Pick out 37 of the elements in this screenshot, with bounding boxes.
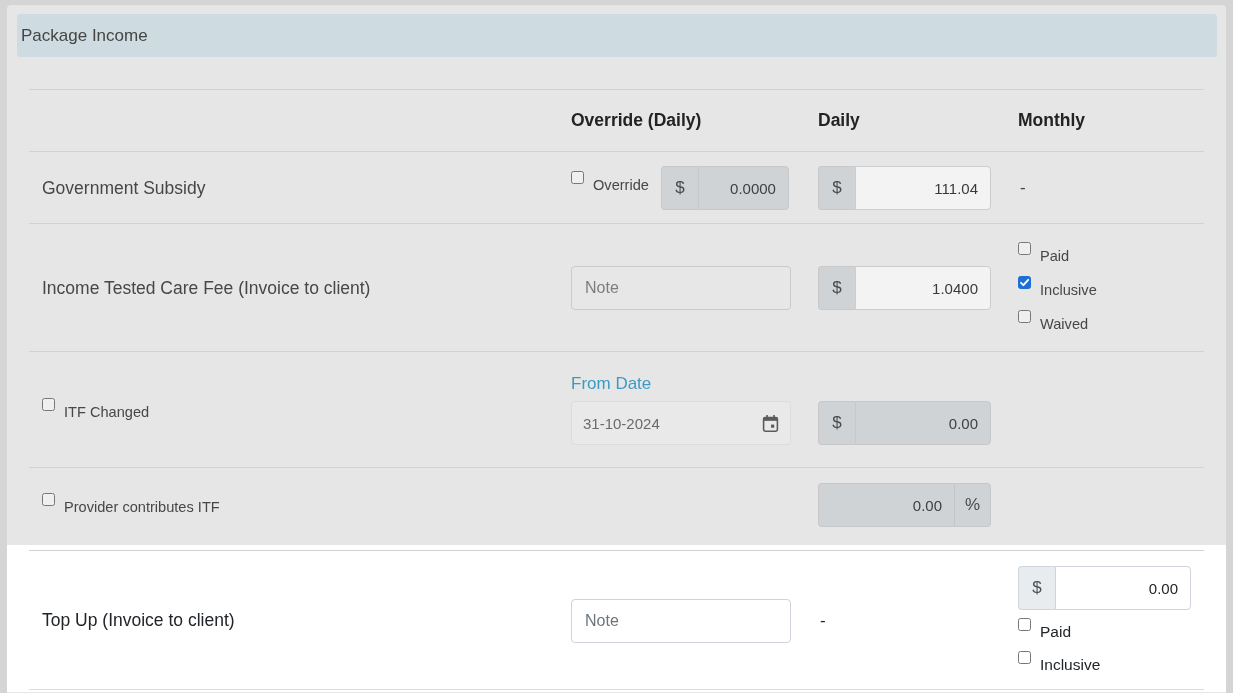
empty-value: - xyxy=(1019,178,1026,198)
unit-label: $ xyxy=(660,166,698,210)
amount-field[interactable]: 1.0400 xyxy=(855,266,991,310)
checkbox-label: Inclusive xyxy=(1040,281,1097,300)
note-field[interactable]: Note xyxy=(571,598,791,643)
row-label: Income Tested Care Fee (Invoice to client) xyxy=(42,277,371,299)
amount-field[interactable]: 0.00 xyxy=(1055,566,1191,610)
row-label: Government Subsidy xyxy=(42,177,206,199)
checkbox-label: ITF Changed xyxy=(64,402,150,422)
checkbox[interactable] xyxy=(1018,651,1031,664)
checkbox[interactable] xyxy=(1018,276,1031,289)
unit-label: $ xyxy=(818,166,855,210)
unit-label: $ xyxy=(818,266,855,310)
column-header: Monthly xyxy=(1018,109,1086,131)
checkbox[interactable] xyxy=(42,397,55,411)
checkbox[interactable] xyxy=(571,171,584,184)
unit-label: % xyxy=(954,483,991,527)
checkbox[interactable] xyxy=(1018,618,1031,631)
checkbox[interactable] xyxy=(1018,310,1031,323)
amount-field[interactable]: 111.04 xyxy=(855,166,991,210)
section-header: Package Income xyxy=(17,14,1217,57)
checkbox-label: Provider contributes ITF xyxy=(64,498,220,517)
empty-value: - xyxy=(819,610,826,631)
checkbox-label: Waived xyxy=(1040,315,1089,334)
checkbox-label: Override xyxy=(593,176,649,195)
column-header: Daily xyxy=(818,109,860,131)
unit-label: $ xyxy=(1018,566,1055,610)
field-label: From Date xyxy=(571,374,653,394)
row-label: Top Up (Invoice to client) xyxy=(42,610,235,631)
column-header: Override (Daily) xyxy=(571,109,702,131)
unit-label: $ xyxy=(818,401,855,445)
note-field[interactable]: Note xyxy=(571,266,791,310)
checkbox-label: Paid xyxy=(1040,622,1072,642)
checkbox-label: Paid xyxy=(1040,247,1070,266)
checkbox[interactable] xyxy=(42,493,55,506)
checkbox-label: Inclusive xyxy=(1040,655,1101,675)
checkbox[interactable] xyxy=(1018,242,1031,255)
